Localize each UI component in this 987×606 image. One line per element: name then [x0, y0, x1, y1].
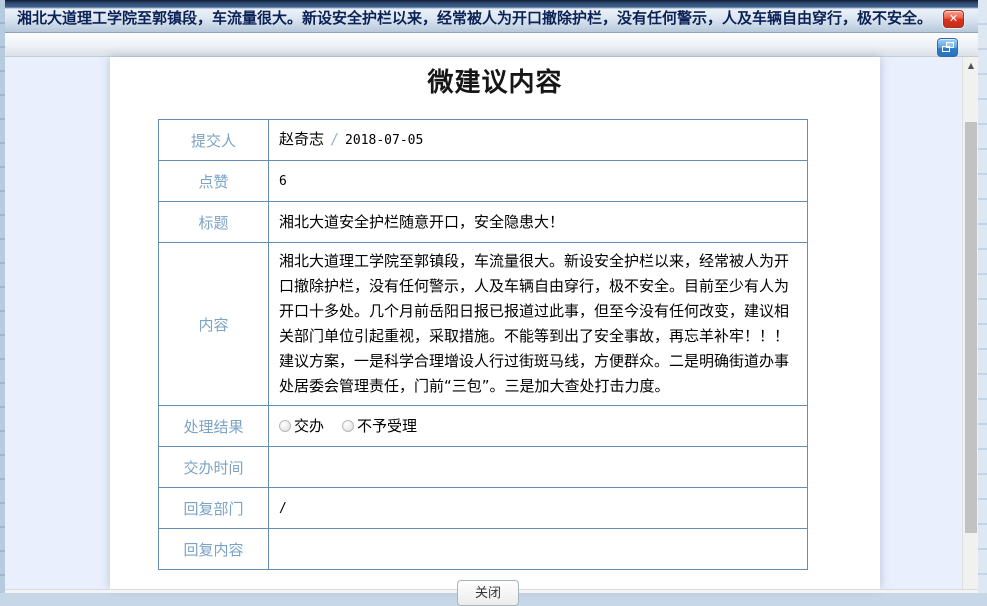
row-label: 交办时间: [159, 447, 269, 488]
submitter-separator: /: [324, 130, 345, 148]
radio-option-reject[interactable]: 不予受理: [342, 414, 417, 439]
submitter-cell: 赵奇志/2018-07-05: [269, 120, 808, 161]
page-body: 微建议内容 提交人 赵奇志/2018-07-05 点赞 6 标题 湘北大道安全护…: [110, 57, 880, 589]
background-page-right-edge: [978, 0, 987, 593]
table-row-likes: 点赞 6: [159, 161, 808, 202]
page-title: 微建议内容: [110, 62, 880, 99]
row-label: 处理结果: [159, 406, 269, 447]
table-row-reply-dept: 回复部门 /: [159, 488, 808, 529]
row-label: 内容: [159, 243, 269, 406]
row-label: 回复部门: [159, 488, 269, 529]
row-label: 提交人: [159, 120, 269, 161]
restore-rect-front: [946, 42, 954, 48]
radio-option-assign[interactable]: 交办: [279, 414, 324, 439]
table-row-content: 内容 湘北大道理工学院至郭镇段，车流量很大。新设安全护栏以来，经常被人为开口撤除…: [159, 243, 808, 406]
radio-label: 不予受理: [357, 414, 417, 439]
dialog-content: 微建议内容 提交人 赵奇志/2018-07-05 点赞 6 标题 湘北大道安全护…: [5, 57, 978, 589]
dialog-title: 湘北大道理工学院至郭镇段，车流量很大。新设安全护栏以来，经常被人为开口撤除护栏，…: [17, 7, 934, 28]
dialog-titlebar: 湘北大道理工学院至郭镇段，车流量很大。新设安全护栏以来，经常被人为开口撤除护栏，…: [5, 0, 978, 33]
table-row-result: 处理结果 交办 不予受理: [159, 406, 808, 447]
submit-date: 2018-07-05: [345, 133, 423, 148]
radio-label: 交办: [294, 414, 324, 439]
result-radio-group: 交办 不予受理: [279, 414, 801, 439]
result-cell: 交办 不予受理: [269, 406, 808, 447]
radio-icon[interactable]: [342, 420, 354, 432]
scroll-up-icon[interactable]: ▲: [963, 59, 979, 73]
table-row-reply-content: 回复内容: [159, 529, 808, 570]
suggestion-title: 湘北大道安全护栏随意开口，安全隐患大！: [269, 202, 808, 243]
submitter-name: 赵奇志: [279, 130, 324, 148]
micro-suggestion-dialog: 湘北大道理工学院至郭镇段，车流量很大。新设安全护栏以来，经常被人为开口撤除护栏，…: [5, 0, 978, 593]
dialog-toolbar: [5, 33, 978, 57]
close-icon[interactable]: ✕: [943, 10, 964, 28]
likes-count: 6: [269, 161, 808, 202]
assign-time-value: [269, 447, 808, 488]
vertical-scrollbar[interactable]: ▲: [962, 57, 978, 589]
row-label: 回复内容: [159, 529, 269, 570]
suggestion-detail-table: 提交人 赵奇志/2018-07-05 点赞 6 标题 湘北大道安全护栏随意开口，…: [158, 119, 808, 570]
close-page-button[interactable]: 关闭: [457, 580, 519, 606]
table-row-assign-time: 交办时间: [159, 447, 808, 488]
table-row-title: 标题 湘北大道安全护栏随意开口，安全隐患大！: [159, 202, 808, 243]
row-label: 点赞: [159, 161, 269, 202]
reply-content-value: [269, 529, 808, 570]
suggestion-content: 湘北大道理工学院至郭镇段，车流量很大。新设安全护栏以来，经常被人为开口撤除护栏，…: [269, 243, 808, 406]
scrollbar-thumb[interactable]: [965, 122, 977, 533]
reply-dept-value: /: [269, 488, 808, 529]
restore-window-icon[interactable]: [937, 38, 958, 57]
row-label: 标题: [159, 202, 269, 243]
table-row-submitter: 提交人 赵奇志/2018-07-05: [159, 120, 808, 161]
radio-icon[interactable]: [279, 420, 291, 432]
